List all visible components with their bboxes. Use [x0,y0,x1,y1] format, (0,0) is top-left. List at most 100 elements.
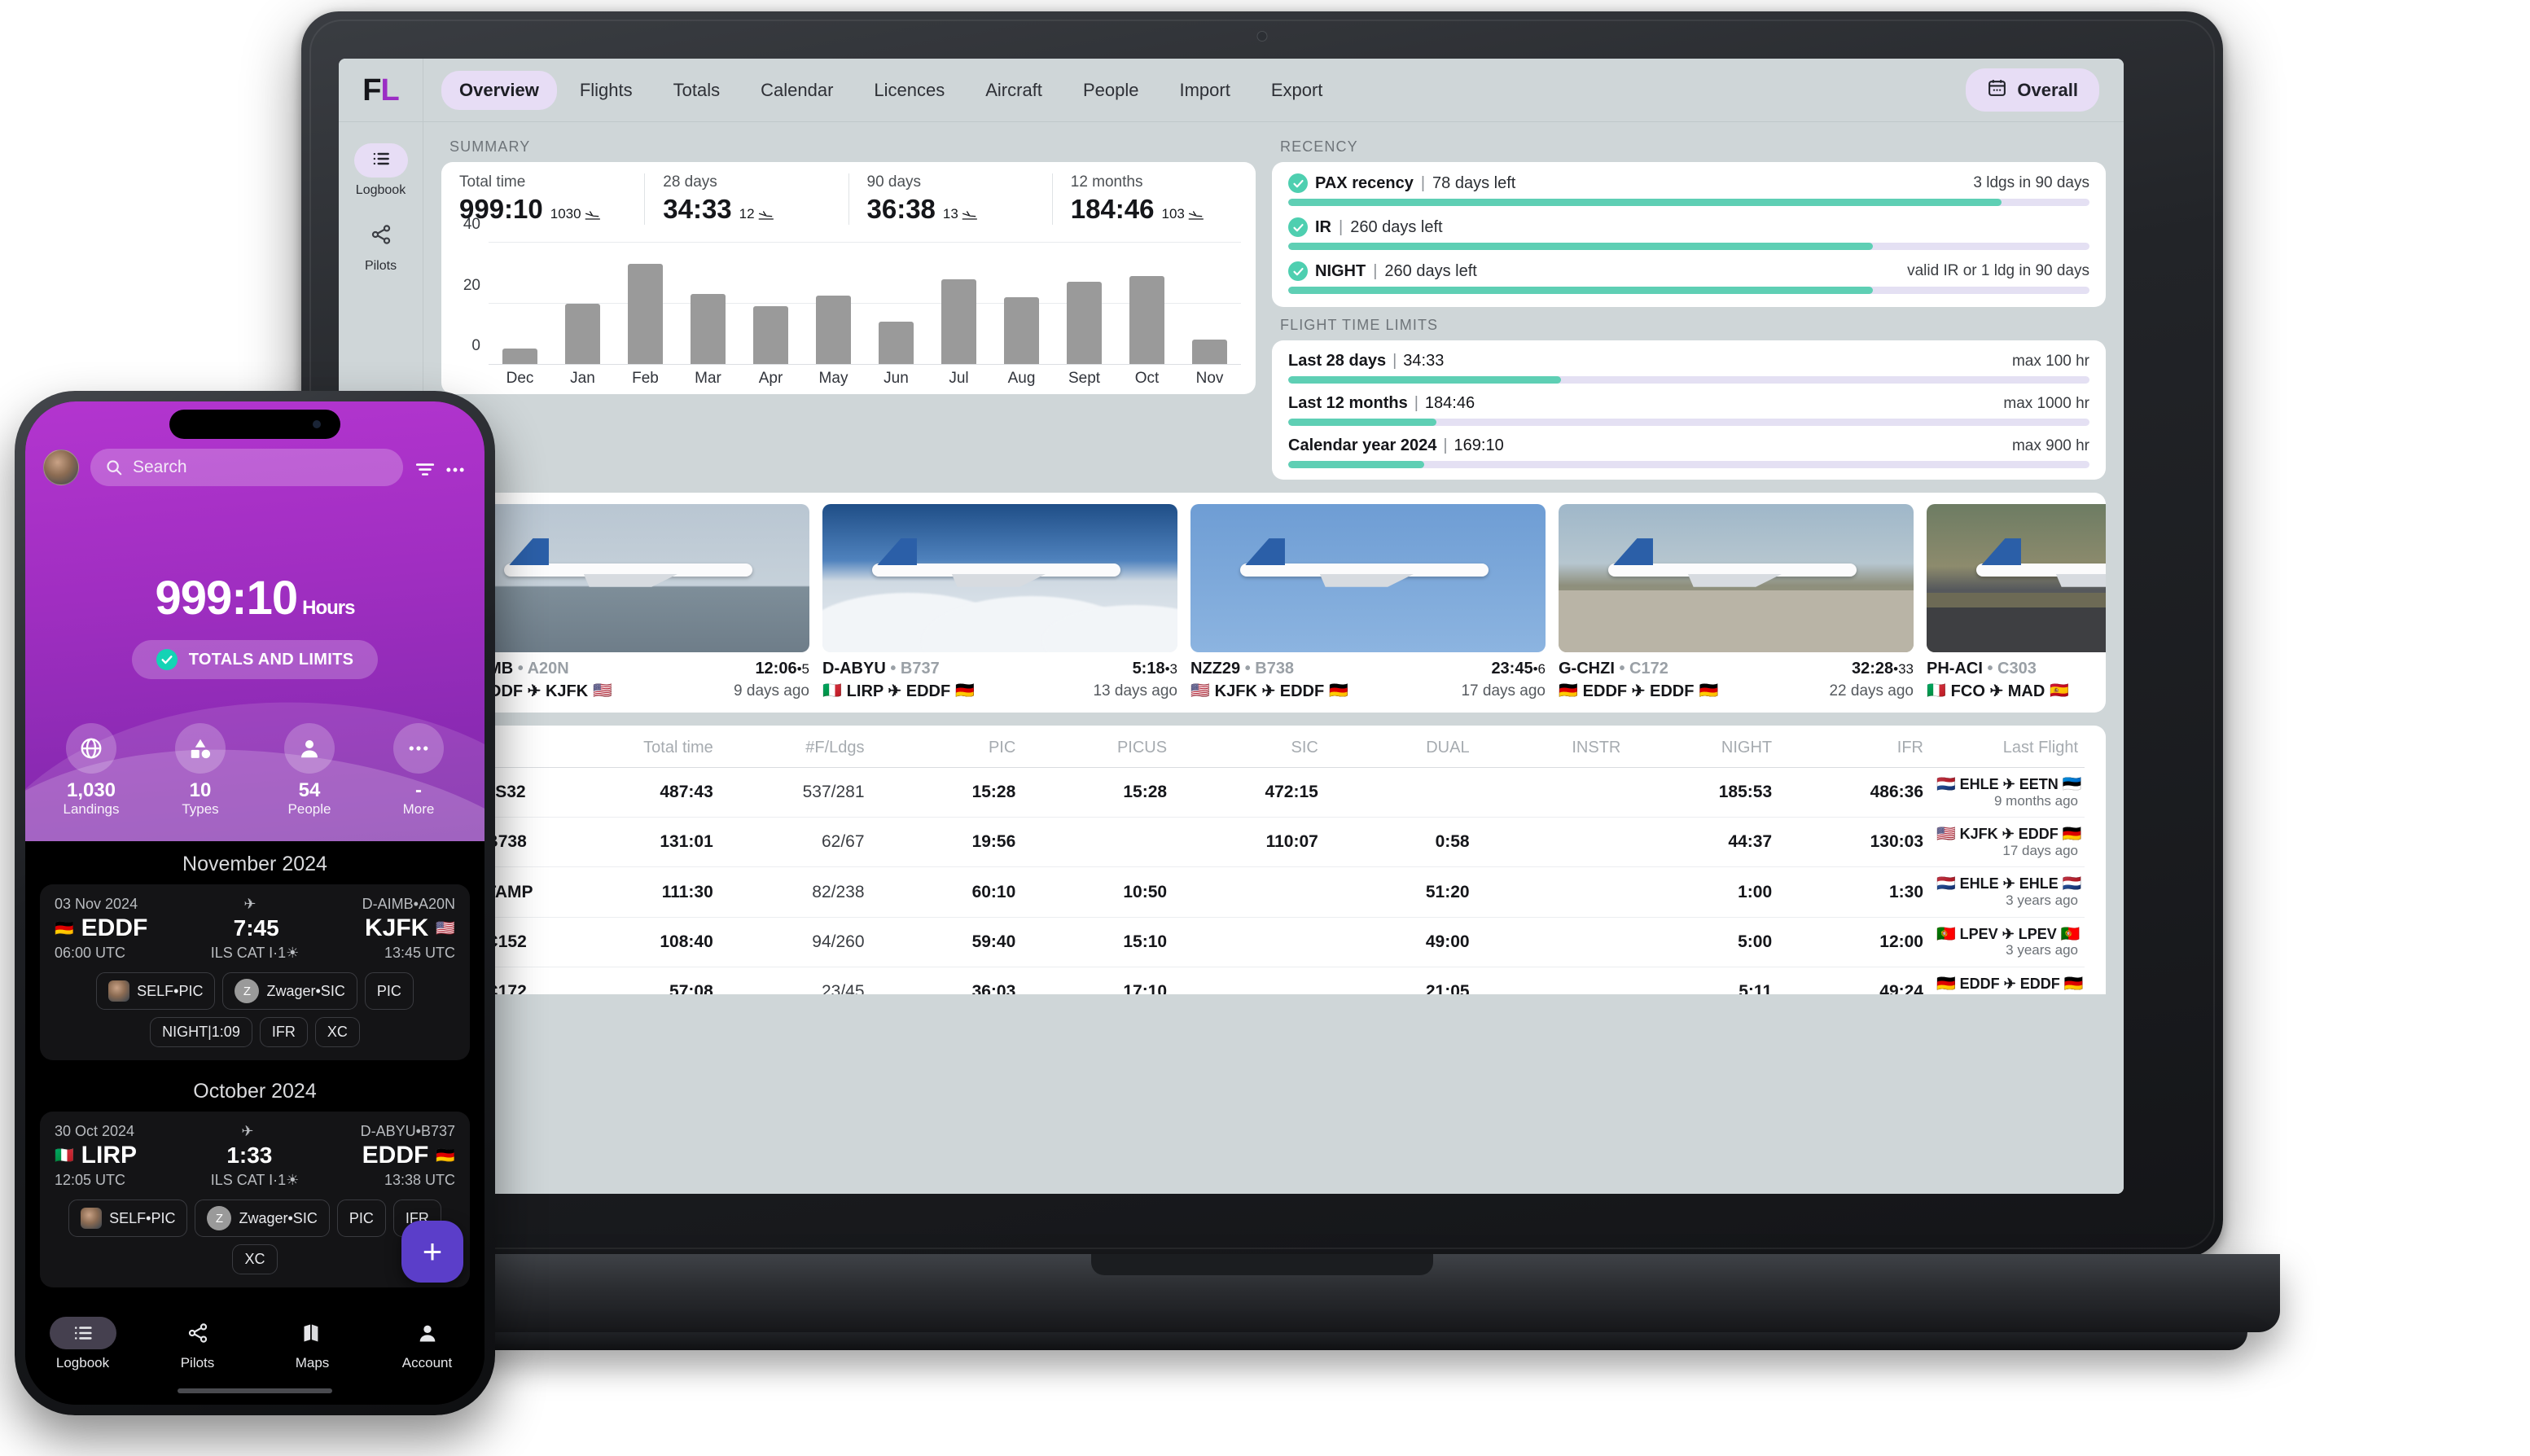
sidebar-item-logbook[interactable]: Logbook [339,143,423,198]
logbook-pill[interactable] [353,143,408,178]
sidebar-item-pilots[interactable]: Pilots [339,219,423,274]
flight-chip[interactable]: PIC [336,1199,386,1237]
limit-row-28days[interactable]: Last 28 days | 34:33 max 100 hr [1288,352,2089,384]
chart-bar[interactable] [1003,297,1040,364]
quick-stat-people[interactable]: 54 People [255,723,364,818]
flight-chip[interactable]: PIC [364,972,414,1010]
flight-chip[interactable]: Z Zwager•SIC [222,972,357,1010]
chart-bar[interactable] [564,303,601,364]
table-column-header[interactable]: #F/Ldgs [720,734,871,768]
table-column-header[interactable]: Last Flight [1930,734,2085,768]
table-column-header[interactable]: IFR [1778,734,1930,768]
recency-row-ir[interactable]: IR | 260 days left [1288,217,2089,250]
aircraft-photo[interactable] [1190,504,1546,652]
chart-bar-slot[interactable] [1178,243,1241,364]
aircraft-card[interactable]: D-AIMB • A20N12:06•5🇩🇪EDDF ✈ KJFK🇺🇸9 day… [454,504,809,701]
chart-bar-slot[interactable] [1053,243,1116,364]
filter-icon[interactable] [414,458,435,476]
summary-cell-90days[interactable]: 90 days 36:38 13 [848,173,1052,225]
tab-licences[interactable]: Licences [856,71,962,110]
month-header: October 2024 [193,1080,317,1103]
aircraft-photo[interactable] [1559,504,1914,652]
tab-overview[interactable]: Overview [441,70,557,110]
table-row[interactable]: ▶TAMP111:3082/23860:1010:5051:201:001:30… [463,866,2085,918]
chart-bar[interactable] [1129,275,1165,364]
chart-bar-slot[interactable] [489,243,551,364]
table-row[interactable]: ▶JS32487:43537/28115:2815:28472:15185:53… [463,766,2085,818]
nav-item-account[interactable]: Account [370,1317,485,1371]
recency-row-night[interactable]: NIGHT | 260 days left valid IR or 1 ldg … [1288,261,2089,294]
table-row[interactable]: ▶B738131:0162/6719:56110:070:5844:37130:… [463,817,2085,867]
chart-bar-slot[interactable] [614,243,677,364]
aircraft-card[interactable]: PH-ACI • C303 🇮🇹 FCO ✈ MAD 🇪🇸 [1927,504,2106,701]
aircraft-photo[interactable] [822,504,1177,652]
chart-bar[interactable] [815,296,852,364]
flight-chip[interactable]: XC [314,1017,360,1047]
chart-bar-slot[interactable] [865,243,927,364]
totals-and-limits-button[interactable]: TOTALS AND LIMITS [131,640,379,679]
summary-cell-28days[interactable]: 28 days 34:33 12 [644,173,848,225]
tab-flights[interactable]: Flights [562,71,651,110]
front-camera [313,420,321,428]
limit-row-12months[interactable]: Last 12 months | 184:46 max 1000 hr [1288,394,2089,426]
chart-bar[interactable] [627,264,664,364]
nav-item-maps[interactable]: Maps [255,1317,370,1371]
tab-totals[interactable]: Totals [656,71,738,110]
chart-bar-slot[interactable] [990,243,1053,364]
table-row[interactable]: ▶C152108:4094/26059:4015:1049:005:0012:0… [463,916,2085,967]
tab-calendar[interactable]: Calendar [743,71,851,110]
flight-chip[interactable]: Z Zwager•SIC [195,1199,330,1237]
table-column-header[interactable]: NIGHT [1627,734,1778,768]
overall-period-button[interactable]: Overall [1966,68,2099,112]
chart-bar[interactable] [690,294,726,364]
aircraft-card[interactable]: G-CHZI • C172 32:28•33 🇩🇪 EDDF ✈ EDDF 🇩🇪 22 d… [1559,504,1914,701]
flight-card[interactable]: 03 Nov 2024 ✈ D-AIMB•A20N 🇩🇪 EDDF 7:45 KJFK 🇺🇸 0… [40,884,470,1060]
chart-bar-slot[interactable] [1116,243,1178,364]
flight-chip[interactable]: NIGHT|1:09 [150,1017,252,1047]
nav-item-pilots[interactable]: Pilots [140,1317,255,1371]
avatar[interactable] [43,450,79,485]
tab-people[interactable]: People [1065,71,1157,110]
tab-aircraft[interactable]: Aircraft [967,71,1060,110]
quick-stat-more[interactable]: - More [364,723,473,818]
aircraft-card[interactable]: D-ABYU • B737 5:18•3 🇮🇹 LIRP ✈ EDDF 🇩🇪 13 day… [822,504,1177,701]
summary-cell-12months[interactable]: 12 months 184:46 103 [1051,173,1256,225]
aircraft-photo[interactable] [1927,504,2106,652]
tab-export[interactable]: Export [1253,71,1341,110]
chart-bar[interactable] [502,349,538,364]
flight-chip[interactable]: SELF•PIC [96,972,216,1010]
quick-stat-types[interactable]: 10 Types [146,723,255,818]
search-input[interactable]: Search [90,449,403,486]
table-column-header[interactable]: SIC [1173,734,1325,768]
table-column-header[interactable]: PIC [871,734,1023,768]
aircraft-card[interactable]: NZZ29 • B738 23:45•6 🇺🇸 KJFK ✈ EDDF 🇩🇪 17 day… [1190,504,1546,701]
chart-bar-slot[interactable] [551,243,614,364]
chart-bar[interactable] [941,278,977,364]
chart-bar-slot[interactable] [739,243,802,364]
chart-bar[interactable] [1191,340,1228,364]
table-column-header[interactable]: DUAL [1325,734,1476,768]
table-column-header[interactable]: PICUS [1022,734,1173,768]
chart-bar-slot[interactable] [677,243,739,364]
add-flight-button[interactable]: + [401,1221,463,1283]
limit-row-calendar-year[interactable]: Calendar year 2024 | 169:10 max 900 hr [1288,436,2089,468]
table-column-header[interactable]: INSTR [1476,734,1628,768]
aircraft-carousel[interactable]: D-AIMB • A20N12:06•5🇩🇪EDDF ✈ KJFK🇺🇸9 day… [441,493,2106,713]
chart-bar-slot[interactable] [927,243,990,364]
flight-chip[interactable]: SELF•PIC [68,1199,188,1237]
table-column-header[interactable]: Total time [568,734,720,768]
recency-row-pax[interactable]: PAX recency | 78 days left 3 ldgs in 90 … [1288,173,2089,206]
tab-import[interactable]: Import [1161,71,1247,110]
flight-chip[interactable]: XC [232,1244,278,1274]
more-horizontal-icon[interactable] [444,458,467,476]
table-row[interactable]: ▶C17257:0823/4536:0317:1021:055:1149:24🇩… [463,966,2085,994]
flight-chip[interactable]: IFR [259,1017,308,1047]
chart-bar[interactable] [878,321,914,364]
chart-bar[interactable] [1066,282,1103,364]
quick-stat-landings[interactable]: 1,030 Landings [37,723,146,818]
nav-item-logbook[interactable]: Logbook [25,1317,140,1371]
chart-bar[interactable] [752,306,789,364]
pilots-pill[interactable] [354,219,408,253]
chart-bar-slot[interactable] [802,243,865,364]
aircraft-photo[interactable] [454,504,809,652]
